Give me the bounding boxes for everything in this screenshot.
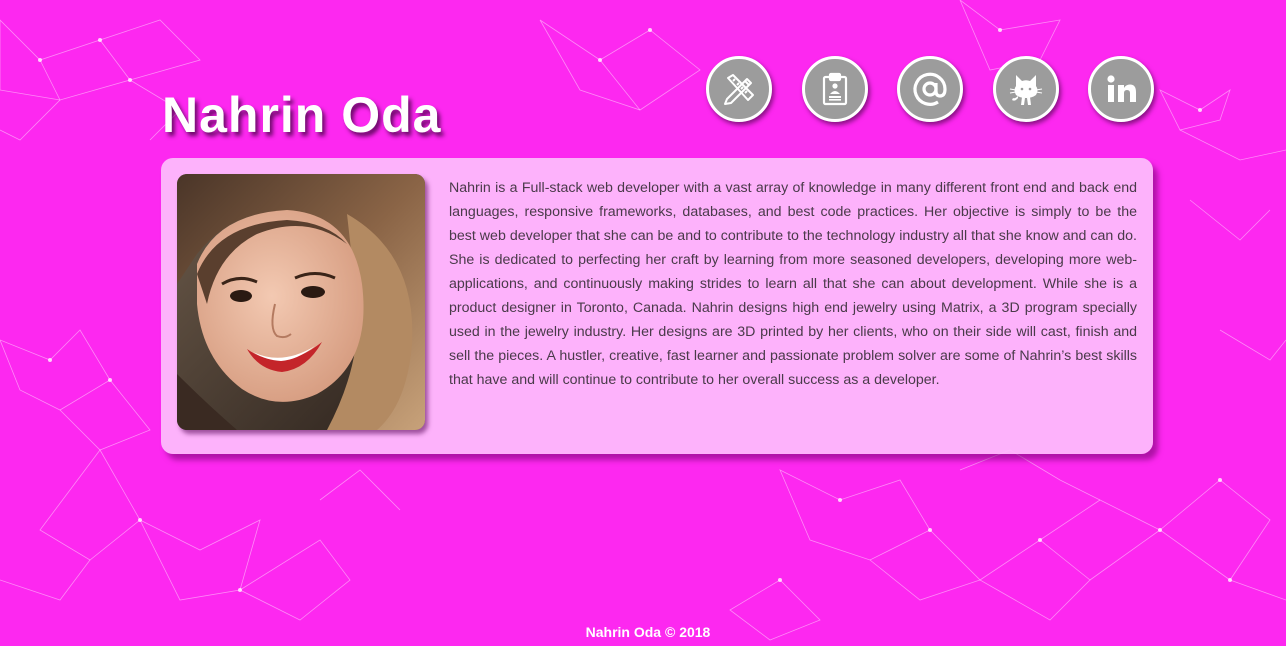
portrait-illustration bbox=[177, 174, 425, 430]
github-button[interactable] bbox=[992, 56, 1059, 122]
clipboard-icon bbox=[822, 72, 847, 106]
social-icon-nav bbox=[706, 56, 1154, 126]
linkedin-icon bbox=[1107, 75, 1136, 102]
page-title: Nahrin Oda bbox=[162, 87, 442, 143]
bio-paragraph: Nahrin is a Full-stack web developer wit… bbox=[449, 180, 1137, 388]
portrait-photo bbox=[177, 174, 425, 430]
about-card: Nahrin is a Full-stack web developer wit… bbox=[161, 158, 1153, 454]
github-octocat-icon bbox=[1009, 75, 1042, 105]
footer-copyright: Nahrin Oda © 2018 bbox=[585, 624, 711, 640]
at-sign-icon bbox=[913, 72, 947, 106]
pencil-ruler-icon bbox=[724, 74, 754, 105]
portfolio-button[interactable] bbox=[706, 56, 772, 122]
email-button[interactable] bbox=[897, 56, 963, 122]
resume-button[interactable] bbox=[801, 56, 868, 122]
linkedin-button[interactable] bbox=[1088, 56, 1154, 122]
